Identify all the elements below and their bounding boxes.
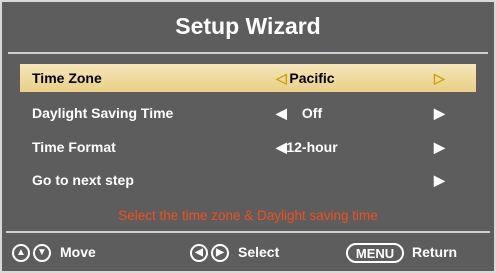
row-time-zone[interactable]: Time Zone ◁ Pacific ▷ (20, 64, 476, 92)
row-label: Go to next step (32, 172, 134, 188)
row-label: Time Format (32, 139, 116, 155)
row-value: Pacific (289, 70, 335, 86)
right-arrow-icon[interactable]: ▶ (434, 133, 445, 161)
return-label: Return (412, 244, 458, 260)
page-title: Setup Wizard (175, 12, 321, 39)
row-time-format[interactable]: Time Format ◀ 12-hour ▶ (20, 133, 476, 161)
footer-bar: ▲ ▼ Move ◀ ▶ Select MENU Return (2, 235, 494, 271)
row-value: Off (301, 105, 323, 121)
row-value: 12-hour (286, 139, 338, 155)
up-icon: ▲ (12, 244, 30, 262)
down-icon: ▼ (33, 244, 51, 262)
setup-wizard-dialog: Setup Wizard Time Zone ◁ Pacific ▷ Dayli… (0, 0, 496, 273)
right-arrow-icon[interactable]: ▶ (434, 166, 445, 194)
select-label: Select (238, 244, 280, 260)
row-label: Daylight Saving Time (32, 105, 174, 121)
right-arrow-icon[interactable]: ▶ (434, 99, 445, 127)
left-icon: ◀ (190, 244, 208, 262)
footer-divider (6, 231, 490, 233)
right-arrow-icon[interactable]: ▷ (434, 64, 445, 92)
row-label: Time Zone (32, 70, 102, 86)
move-label: Move (60, 244, 96, 260)
title-divider (8, 52, 488, 54)
row-go-to-next-step[interactable]: Go to next step ▶ (20, 166, 476, 194)
right-icon: ▶ (211, 244, 229, 262)
row-daylight-saving-time[interactable]: Daylight Saving Time ◀ Off ▶ (20, 99, 476, 127)
hint-text: Select the time zone & Daylight saving t… (118, 208, 378, 223)
menu-key-icon: MENU (346, 243, 404, 263)
